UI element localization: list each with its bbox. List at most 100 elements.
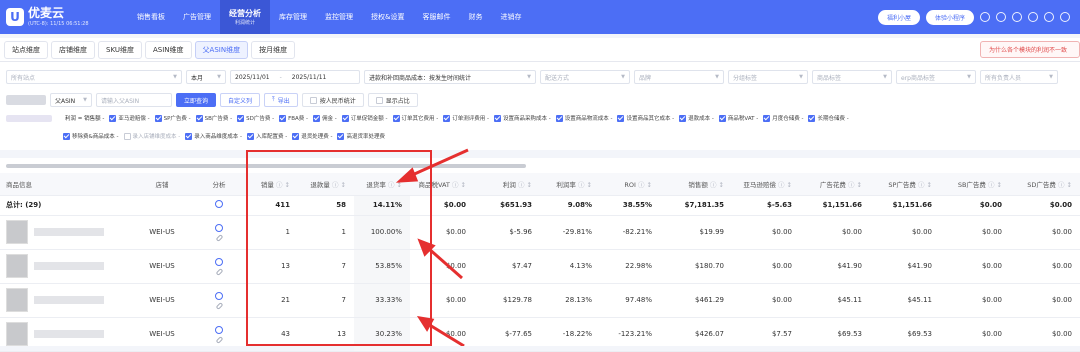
formula-checkbox[interactable]: 订单测评费用 - <box>443 114 489 122</box>
column-header[interactable]: SD广告费 ⓘ ↕ <box>1010 173 1080 196</box>
product-image[interactable] <box>6 220 28 244</box>
asin-search-input[interactable]: 请输入父ASIN <box>96 93 172 107</box>
product-image[interactable] <box>6 288 28 312</box>
rmb-stat-checkbox[interactable]: 按人民币统计 <box>301 93 364 107</box>
table-row[interactable]: WEI-US 1 1 100.00% $0.00 $-5.96 -29.81% -82.21%… <box>0 215 1080 250</box>
nav-item-8[interactable]: 进销存 <box>491 0 530 34</box>
column-header[interactable]: 分析 <box>192 173 246 196</box>
column-header[interactable]: 亚马逊赔偿 ⓘ ↕ <box>732 173 800 196</box>
tab-5[interactable]: 按月维度 <box>251 40 296 59</box>
link-icon[interactable] <box>215 302 223 310</box>
formula-checkbox[interactable]: 入库配置费 - <box>247 132 287 140</box>
column-header[interactable]: SB广告费 ⓘ ↕ <box>940 173 1010 196</box>
column-header[interactable]: 商品信息 <box>0 173 132 196</box>
sort-icon[interactable]: ⓘ ↕ <box>846 181 862 189</box>
link-icon[interactable] <box>215 268 223 276</box>
formula-checkbox[interactable]: 录入店铺维度成本 - <box>123 132 180 140</box>
formula-checkbox[interactable]: 高退货率处理费 <box>337 132 385 140</box>
analysis-chart-icon[interactable] <box>215 326 223 334</box>
table-row[interactable]: WEI-US 13 7 53.85% $0.00 $7.47 4.13% 22.98% $180… <box>0 249 1080 284</box>
nav-item-2[interactable]: 经营分析 利润统计 <box>220 0 270 34</box>
sort-icon[interactable]: ⓘ ↕ <box>274 181 290 189</box>
group-tag-select[interactable]: 分组标签 ▼ <box>728 70 808 84</box>
settings-icon[interactable] <box>1028 12 1038 22</box>
sort-icon[interactable]: ⓘ ↕ <box>916 181 932 189</box>
formula-checkbox[interactable]: 亚马逊赔偿 - <box>109 114 150 122</box>
column-header[interactable]: 广告花费 ⓘ ↕ <box>800 173 870 196</box>
nav-item-0[interactable]: 销售看板 <box>128 0 174 34</box>
column-header[interactable]: 商品税VAT ⓘ ↕ <box>410 173 474 196</box>
nav-item-7[interactable]: 财务 <box>459 0 491 34</box>
column-header[interactable]: 销量 ⓘ ↕ <box>246 173 298 196</box>
formula-checkbox[interactable]: 佣金 - <box>313 114 337 122</box>
user-avatar-icon[interactable] <box>1060 12 1070 22</box>
formula-checkbox[interactable]: 退款成本 - <box>679 114 714 122</box>
brand-logo[interactable]: U 优麦云 (UTC-8): 11/15 06:51:28 <box>0 6 128 28</box>
formula-checkbox[interactable]: 录入商品维度成本 - <box>185 132 242 140</box>
formula-checkbox[interactable]: 退货处理费 - <box>292 132 332 140</box>
formula-checkbox[interactable]: 移除费&商品成本 - <box>63 132 119 140</box>
tab-2[interactable]: SKU维度 <box>98 40 142 59</box>
sort-icon[interactable]: ⓘ ↕ <box>516 181 532 189</box>
asin-type-select[interactable]: 父ASIN ▼ <box>50 93 92 107</box>
brand-select[interactable]: 品牌 ▼ <box>634 70 724 84</box>
nav-item-3[interactable]: 库存管理 <box>270 0 316 34</box>
tab-1[interactable]: 店铺维度 <box>51 40 95 59</box>
show-ratio-checkbox[interactable]: 显示占比 <box>367 93 418 107</box>
mini-program-button[interactable]: 体验小程序 <box>925 9 974 25</box>
formula-checkbox[interactable]: 设置商品其它成本 - <box>617 114 674 122</box>
sort-icon[interactable]: ⓘ ↕ <box>1056 181 1072 189</box>
formula-checkbox[interactable]: 订单其它费用 - <box>392 114 438 122</box>
formula-checkbox[interactable]: 设置商品物流成本 - <box>555 114 612 122</box>
sort-icon[interactable]: ⓘ ↕ <box>576 181 592 189</box>
analysis-chart-icon[interactable] <box>215 200 223 208</box>
column-header[interactable]: 店铺 <box>132 173 192 196</box>
cost-mode-select[interactable]: 进款和补回商品成本：按发生时间统计 ▼ <box>364 70 536 84</box>
column-header[interactable]: 退货率 ⓘ ↕ <box>354 173 410 196</box>
nav-item-6[interactable]: 客服邮件 <box>413 0 459 34</box>
link-icon[interactable] <box>215 234 223 242</box>
erp-tag-select[interactable]: erp商品标签 ▼ <box>896 70 976 84</box>
formula-checkbox[interactable]: 设置商品采购成本 - <box>493 114 551 122</box>
formula-checkbox[interactable]: 月度仓储费 - <box>763 114 803 122</box>
analysis-chart-icon[interactable] <box>215 224 223 232</box>
export-button[interactable]: ⤒ 导出 <box>264 93 298 107</box>
product-image[interactable] <box>6 254 28 278</box>
column-header[interactable]: ROI ⓘ ↕ <box>600 173 660 196</box>
support-icon[interactable] <box>996 12 1006 22</box>
formula-checkbox[interactable]: 商品税VAT - <box>718 114 758 122</box>
product-tag-select[interactable]: 商品标签 ▼ <box>812 70 892 84</box>
site-select[interactable]: 所有站点 ▼ <box>6 70 182 84</box>
tab-0[interactable]: 站点维度 <box>4 40 48 59</box>
product-image[interactable] <box>6 322 28 346</box>
sort-icon[interactable]: ⓘ ↕ <box>636 181 652 189</box>
sort-icon[interactable]: ⓘ ↕ <box>450 181 466 189</box>
period-select[interactable]: 本月 ▼ <box>186 70 226 84</box>
table-row[interactable]: WEI-US 21 7 33.33% $0.00 $129.78 28.13% 97.48% $… <box>0 283 1080 318</box>
welfare-button[interactable]: 福利小屋 <box>877 9 920 25</box>
sort-icon[interactable]: ⓘ ↕ <box>330 181 346 189</box>
delivery-select[interactable]: 配送方式 ▼ <box>540 70 630 84</box>
formula-checkbox[interactable]: SD广告费 - <box>237 114 274 122</box>
horizontal-scrollbar[interactable] <box>6 164 526 168</box>
tab-4[interactable]: 父ASIN维度 <box>194 40 249 59</box>
custom-columns-button[interactable]: 自定义列 <box>220 93 261 107</box>
sort-icon[interactable]: ⓘ ↕ <box>386 181 402 189</box>
formula-checkbox[interactable]: 长期仓储费 - <box>808 114 849 122</box>
sort-icon[interactable]: ⓘ ↕ <box>776 181 792 189</box>
analysis-chart-icon[interactable] <box>215 292 223 300</box>
column-header[interactable]: 销售额 ⓘ ↕ <box>660 173 732 196</box>
formula-checkbox[interactable]: 订单促销金额 - <box>341 114 388 122</box>
nav-item-5[interactable]: 授权&设置 <box>362 0 413 34</box>
column-header[interactable]: SP广告费 ⓘ ↕ <box>870 173 940 196</box>
link-icon[interactable] <box>215 336 223 344</box>
nav-item-1[interactable]: 广告管理 <box>174 0 220 34</box>
tab-3[interactable]: ASIN维度 <box>144 40 192 59</box>
column-header[interactable]: 退款量 ⓘ ↕ <box>298 173 354 196</box>
profit-inconsistency-link[interactable]: 为什么各个模块的利润不一致 <box>980 41 1080 58</box>
column-header[interactable]: 利润 ⓘ ↕ <box>474 173 540 196</box>
analysis-chart-icon[interactable] <box>215 258 223 266</box>
sort-icon[interactable]: ⓘ ↕ <box>986 181 1002 189</box>
video-icon[interactable] <box>1012 12 1022 22</box>
formula-checkbox[interactable]: SP广告费 - <box>154 114 191 122</box>
